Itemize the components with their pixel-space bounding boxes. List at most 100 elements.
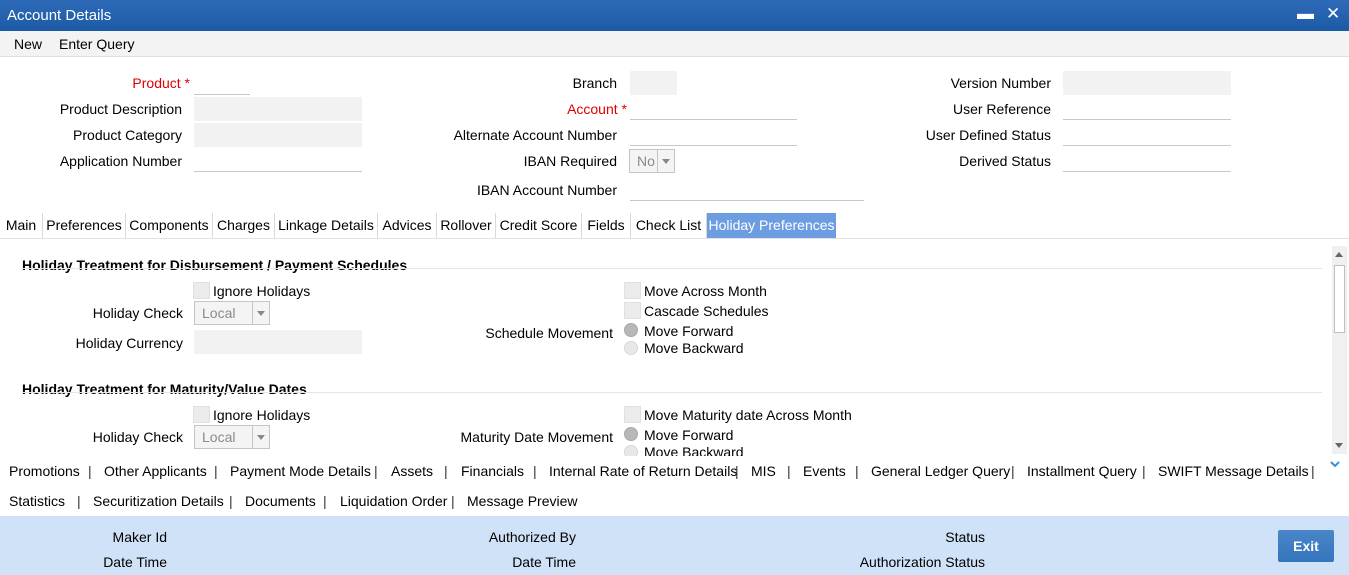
new-menu-item[interactable]: New bbox=[14, 36, 42, 52]
user-reference-input[interactable] bbox=[1063, 96, 1231, 120]
tab-rollover[interactable]: Rollover bbox=[437, 213, 496, 238]
link-other-applicants[interactable]: Other Applicants bbox=[104, 463, 207, 479]
cascade-schedules-checkbox[interactable] bbox=[624, 302, 641, 319]
application-number-input[interactable] bbox=[194, 148, 362, 172]
exit-button[interactable]: Exit bbox=[1278, 530, 1334, 562]
link-separator: | bbox=[1011, 463, 1015, 479]
schedule-movement-label: Schedule Movement bbox=[485, 325, 613, 341]
maker-date-time-label: Date Time bbox=[103, 554, 167, 570]
branch-label: Branch bbox=[572, 75, 617, 91]
user-defined-status-input[interactable] bbox=[1063, 122, 1231, 146]
maturity-move-forward-radio[interactable] bbox=[624, 427, 638, 441]
maturity-section-heading: Holiday Treatment for Maturity/Value Dat… bbox=[22, 381, 307, 397]
link-promotions[interactable]: Promotions bbox=[9, 463, 80, 479]
iban-required-select[interactable]: No bbox=[629, 149, 675, 173]
link-separator: | bbox=[533, 463, 537, 479]
move-backward-radio[interactable] bbox=[624, 341, 638, 355]
holiday-check-select[interactable]: Local bbox=[194, 301, 270, 325]
maturity-move-forward-label: Move Forward bbox=[644, 427, 734, 443]
link-events[interactable]: Events bbox=[803, 463, 846, 479]
section-divider bbox=[22, 392, 1322, 393]
link-irr-details[interactable]: Internal Rate of Return Details bbox=[549, 463, 737, 479]
tab-preferences[interactable]: Preferences bbox=[43, 213, 126, 238]
maturity-ignore-holidays-checkbox[interactable] bbox=[193, 406, 210, 423]
maturity-holiday-check-select[interactable]: Local bbox=[194, 425, 270, 449]
tab-holiday-preferences[interactable]: Holiday Preferences bbox=[707, 213, 836, 238]
link-swift-message-details[interactable]: SWIFT Message Details bbox=[1158, 463, 1309, 479]
link-message-preview[interactable]: Message Preview bbox=[467, 493, 578, 509]
disbursement-section-heading: Holiday Treatment for Disbursement / Pay… bbox=[22, 257, 408, 273]
scrollbar-thumb[interactable] bbox=[1334, 265, 1345, 333]
link-financials[interactable]: Financials bbox=[461, 463, 524, 479]
cascade-schedules-label: Cascade Schedules bbox=[644, 303, 769, 319]
account-label: Account * bbox=[567, 101, 627, 117]
holiday-check-value: Local bbox=[202, 305, 236, 321]
link-separator: | bbox=[229, 493, 233, 509]
link-general-ledger-query[interactable]: General Ledger Query bbox=[871, 463, 1010, 479]
user-reference-label: User Reference bbox=[952, 101, 1051, 117]
derived-status-label: Derived Status bbox=[959, 153, 1051, 169]
link-separator: | bbox=[77, 493, 81, 509]
iban-required-label: IBAN Required bbox=[523, 153, 617, 169]
derived-status-input[interactable] bbox=[1063, 148, 1231, 172]
maturity-ignore-holidays-label: Ignore Holidays bbox=[213, 407, 311, 423]
application-number-label: Application Number bbox=[59, 153, 182, 169]
product-description-field bbox=[194, 97, 362, 121]
link-installment-query[interactable]: Installment Query bbox=[1027, 463, 1137, 479]
iban-required-value: No bbox=[637, 153, 655, 169]
scroll-up-icon[interactable] bbox=[1335, 252, 1343, 257]
maturity-date-movement-label: Maturity Date Movement bbox=[460, 429, 614, 445]
product-label: Product * bbox=[132, 75, 190, 91]
minimize-icon[interactable]: ▬ bbox=[1297, 4, 1314, 24]
move-maturity-across-month-checkbox[interactable] bbox=[624, 406, 641, 423]
tab-advices[interactable]: Advices bbox=[378, 213, 437, 238]
maturity-holiday-check-label: Holiday Check bbox=[92, 429, 183, 445]
subsystem-links: Promotions | Other Applicants | Payment … bbox=[0, 456, 1349, 516]
tab-main[interactable]: Main bbox=[0, 213, 43, 238]
version-number-field bbox=[1063, 71, 1231, 95]
link-statistics[interactable]: Statistics bbox=[9, 493, 65, 509]
holiday-check-label: Holiday Check bbox=[92, 305, 183, 321]
product-description-label: Product Description bbox=[59, 101, 182, 117]
move-maturity-across-month-label: Move Maturity date Across Month bbox=[644, 407, 852, 423]
link-separator: | bbox=[444, 463, 448, 479]
link-separator: | bbox=[1311, 463, 1315, 479]
tab-charges[interactable]: Charges bbox=[213, 213, 275, 238]
link-payment-mode-details[interactable]: Payment Mode Details bbox=[230, 463, 371, 479]
move-across-month-checkbox[interactable] bbox=[624, 282, 641, 299]
enter-query-menu-item[interactable]: Enter Query bbox=[59, 36, 134, 52]
ignore-holidays-label: Ignore Holidays bbox=[213, 283, 311, 299]
status-label: Status bbox=[945, 529, 985, 545]
tab-fields[interactable]: Fields bbox=[582, 213, 631, 238]
content-scrollbar[interactable] bbox=[1332, 246, 1347, 454]
alternate-account-number-input[interactable] bbox=[630, 122, 797, 146]
product-input[interactable] bbox=[194, 71, 250, 95]
version-number-label: Version Number bbox=[950, 75, 1051, 91]
maker-id-label: Maker Id bbox=[112, 529, 167, 545]
close-icon[interactable]: ✕ bbox=[1326, 4, 1340, 24]
move-forward-radio[interactable] bbox=[624, 323, 638, 337]
tab-linkage-details[interactable]: Linkage Details bbox=[275, 213, 378, 238]
account-input[interactable] bbox=[630, 96, 797, 120]
link-assets[interactable]: Assets bbox=[391, 463, 433, 479]
scroll-down-icon[interactable] bbox=[1335, 443, 1343, 448]
tab-check-list[interactable]: Check List bbox=[631, 213, 707, 238]
chevron-down-icon[interactable] bbox=[1330, 459, 1340, 469]
window-title: Account Details bbox=[7, 7, 112, 24]
link-securitization-details[interactable]: Securitization Details bbox=[93, 493, 224, 509]
link-mis[interactable]: MIS bbox=[751, 463, 776, 479]
tab-credit-score[interactable]: Credit Score bbox=[496, 213, 582, 238]
ignore-holidays-checkbox[interactable] bbox=[193, 282, 210, 299]
product-category-label: Product Category bbox=[73, 127, 182, 143]
chevron-down-icon bbox=[657, 150, 674, 172]
iban-account-number-label: IBAN Account Number bbox=[476, 182, 617, 198]
link-separator: | bbox=[88, 463, 92, 479]
link-liquidation-order[interactable]: Liquidation Order bbox=[340, 493, 447, 509]
audit-footer: Maker Id Date Time Authorized By Date Ti… bbox=[0, 516, 1349, 575]
link-separator: | bbox=[787, 463, 791, 479]
tab-components[interactable]: Components bbox=[126, 213, 213, 238]
authorization-status-label: Authorization Status bbox=[859, 554, 985, 570]
iban-account-number-input[interactable] bbox=[630, 177, 864, 201]
section-divider bbox=[22, 268, 1322, 269]
link-documents[interactable]: Documents bbox=[245, 493, 316, 509]
